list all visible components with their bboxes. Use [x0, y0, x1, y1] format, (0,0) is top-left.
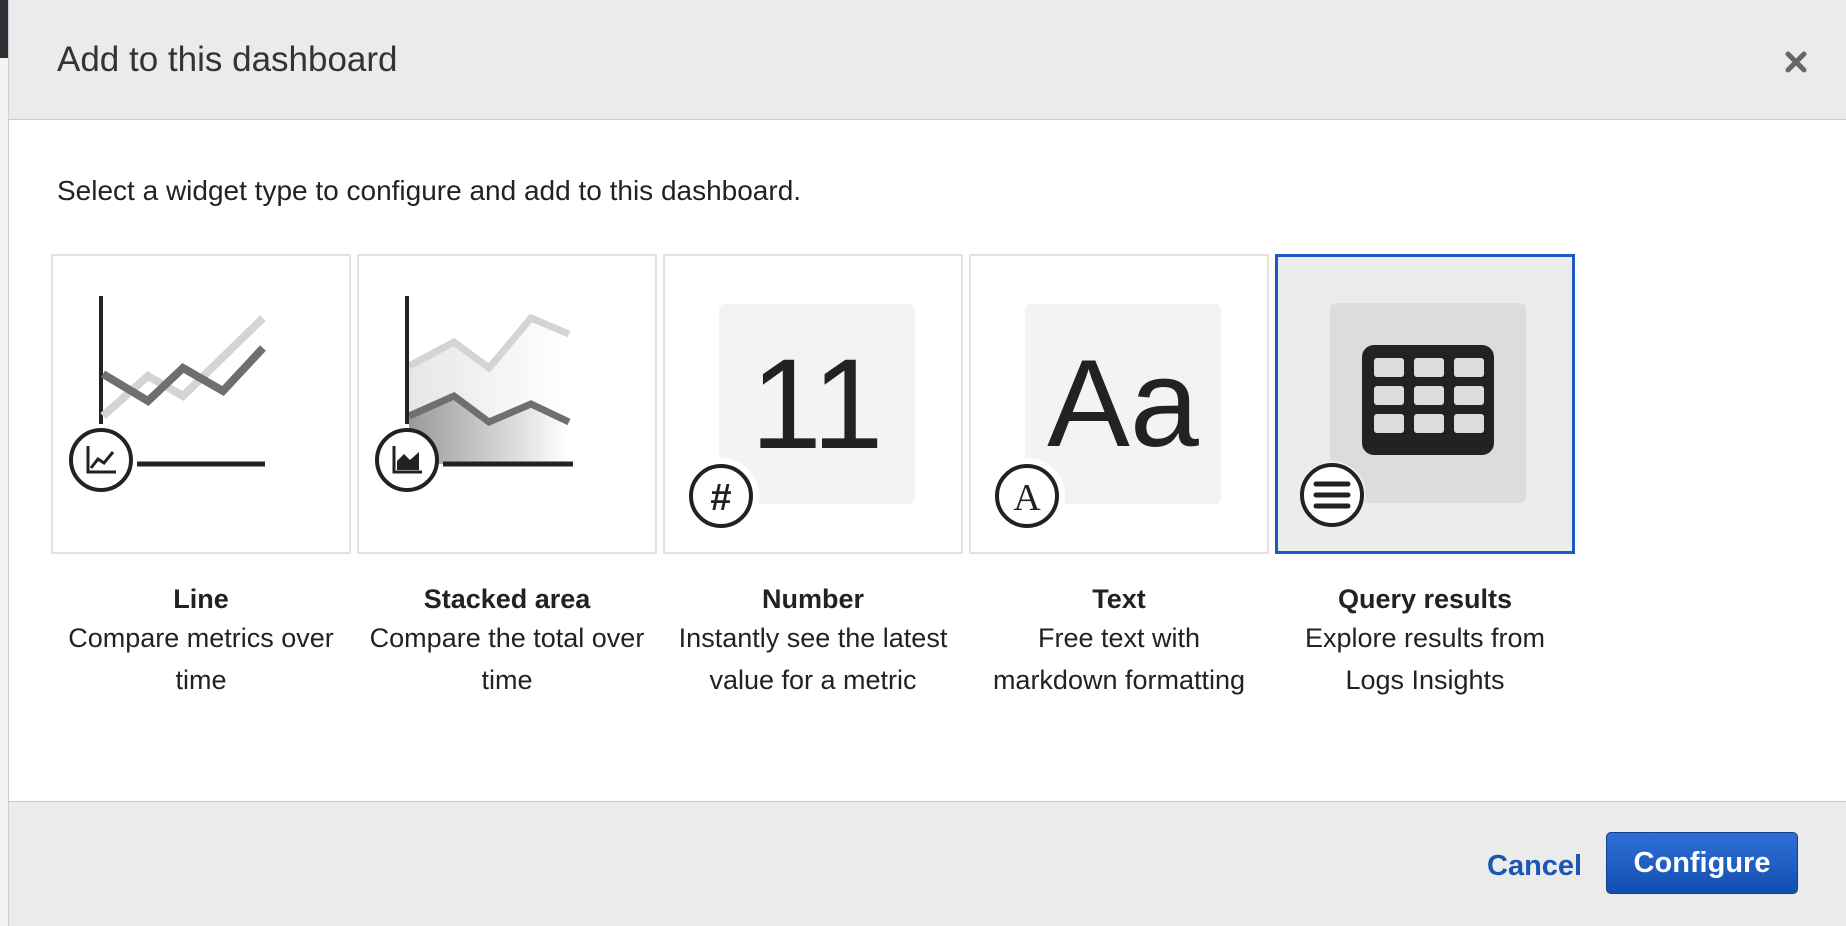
- dialog-body: Select a widget type to configure and ad…: [9, 120, 1846, 800]
- dialog-footer: Cancel Configure: [9, 801, 1846, 926]
- line-chart-icon: [69, 428, 133, 492]
- widget-tile[interactable]: [357, 254, 657, 554]
- query-results-preview: [1298, 303, 1526, 529]
- widget-description: Compare metrics over time: [68, 623, 334, 695]
- widget-option-text[interactable]: Aa A Text Free text with markdown format…: [969, 254, 1269, 701]
- widget-option-query-results[interactable]: Query results Explore results from Logs …: [1275, 254, 1575, 701]
- widget-option-line[interactable]: Line Compare metrics over time: [51, 254, 351, 701]
- hash-icon: #: [683, 458, 759, 534]
- widget-name: Stacked area: [423, 584, 591, 614]
- text-icon-letter: A: [1013, 477, 1041, 519]
- close-icon: [1785, 51, 1807, 73]
- widget-tile-selected[interactable]: [1275, 254, 1575, 554]
- widget-description: Free text with markdown formatting: [992, 623, 1246, 695]
- close-button[interactable]: [1776, 42, 1816, 82]
- area-chart-icon: [375, 428, 439, 492]
- widget-tile[interactable]: Aa A: [969, 254, 1269, 554]
- widget-description: Compare the total over time: [369, 623, 645, 695]
- widget-name: Number: [761, 584, 864, 614]
- widget-option-stacked-area[interactable]: Stacked area Compare the total over time: [357, 254, 657, 701]
- widget-description: Explore results from Logs Insights: [1304, 623, 1546, 695]
- dialog-title: Add to this dashboard: [57, 40, 398, 79]
- text-icon: A: [989, 458, 1065, 534]
- table-grid-icon: [1362, 345, 1494, 455]
- configure-button[interactable]: Configure: [1606, 832, 1798, 894]
- list-icon: [1298, 461, 1366, 529]
- widget-name: Query results: [1337, 584, 1513, 614]
- number-preview: 11 #: [683, 304, 915, 534]
- widget-description: Instantly see the latest value for a met…: [678, 623, 948, 695]
- widget-name: Line: [173, 584, 229, 614]
- number-preview-value: 11: [751, 333, 884, 476]
- text-preview: Aa A: [989, 304, 1221, 534]
- line-chart-preview: [69, 296, 266, 492]
- dialog-intro-text: Select a widget type to configure and ad…: [57, 175, 802, 206]
- stacked-area-preview: [375, 296, 573, 492]
- widget-tile[interactable]: [51, 254, 351, 554]
- widget-option-number[interactable]: 11 # Number Instantly see the latest val…: [663, 254, 963, 701]
- widget-name: Text: [1092, 584, 1146, 614]
- widget-tile[interactable]: 11 #: [663, 254, 963, 554]
- cancel-button[interactable]: Cancel: [1487, 850, 1582, 883]
- dialog-header: Add to this dashboard: [9, 0, 1846, 120]
- text-preview-value: Aa: [1047, 335, 1199, 473]
- add-widget-dialog: Add to this dashboard Select a widget ty…: [8, 0, 1846, 926]
- svg-text:#: #: [710, 477, 731, 519]
